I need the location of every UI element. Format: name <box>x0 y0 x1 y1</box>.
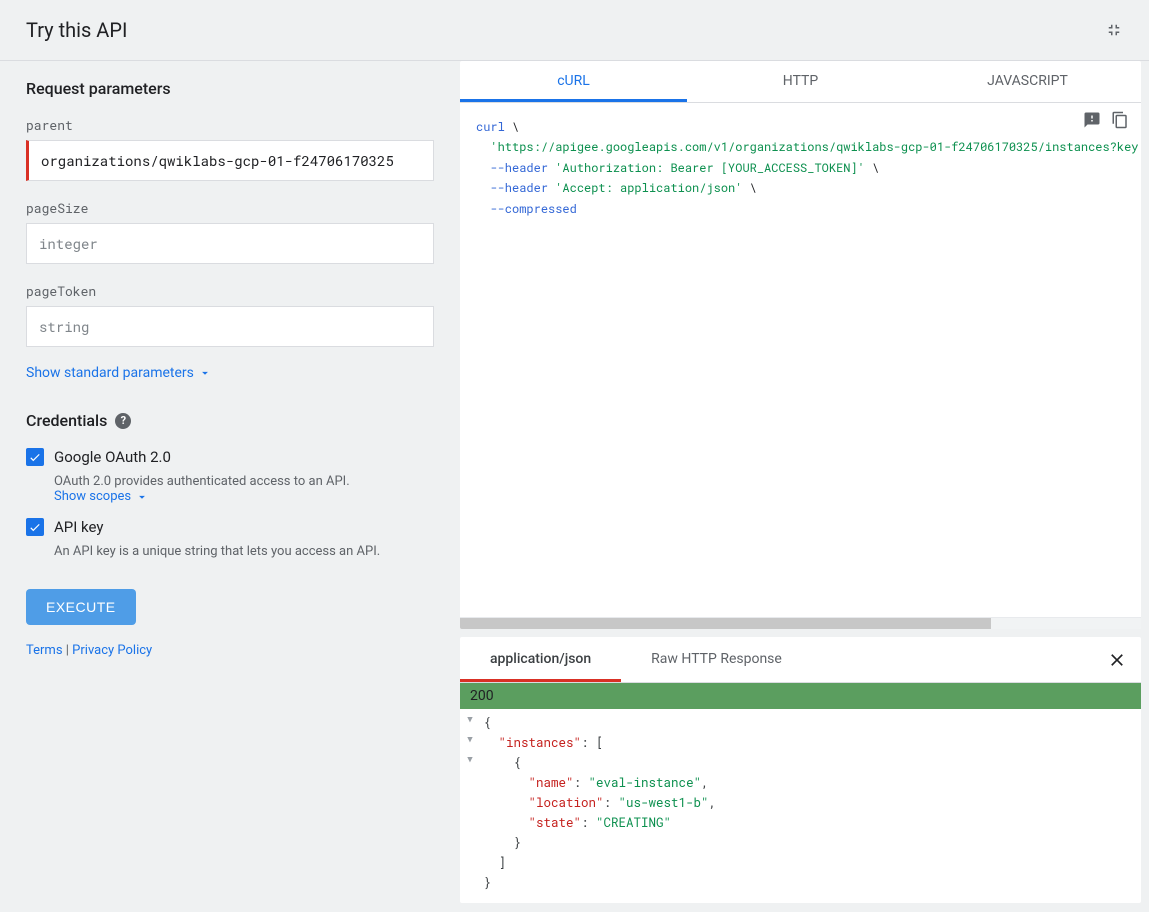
json-fold-icon[interactable]: ▼ <box>464 733 476 747</box>
checkbox-oauth[interactable] <box>26 448 44 466</box>
execute-button[interactable]: EXECUTE <box>26 589 136 625</box>
apikey-label: API key <box>54 518 103 536</box>
status-code: 200 <box>460 683 1141 709</box>
json-fold-icon[interactable]: ▼ <box>464 753 476 767</box>
oauth-desc: OAuth 2.0 provides authenticated access … <box>54 474 434 504</box>
param-input-pagesize[interactable] <box>26 223 434 264</box>
response-card: application/json Raw HTTP Response 200 ▼… <box>460 637 1141 903</box>
code-body[interactable]: curl \ 'https://apigee.googleapis.com/v1… <box>460 103 1141 617</box>
tab-raw-http[interactable]: Raw HTTP Response <box>621 637 812 682</box>
code-pane: cURL HTTP JAVASCRIPT curl \ 'https://api… <box>460 61 1149 911</box>
chevron-down-icon <box>135 490 149 504</box>
privacy-link[interactable]: Privacy Policy <box>72 643 152 658</box>
chevron-down-icon <box>198 366 212 380</box>
param-input-pagetoken[interactable] <box>26 306 434 347</box>
panel-header: Try this API <box>0 0 1149 61</box>
code-tabs: cURL HTTP JAVASCRIPT <box>460 61 1141 103</box>
terms-link[interactable]: Terms <box>26 643 63 658</box>
checkbox-apikey[interactable] <box>26 518 44 536</box>
oauth-label: Google OAuth 2.0 <box>54 448 171 466</box>
param-label-pagetoken: pageToken <box>26 282 434 300</box>
show-standard-params-link[interactable]: Show standard parameters <box>26 365 212 381</box>
json-body[interactable]: ▼ { ▼ "instances": [ ▼ { "name": "eval-i… <box>460 709 1141 903</box>
tab-javascript[interactable]: JAVASCRIPT <box>914 61 1141 102</box>
help-icon[interactable]: ? <box>115 413 131 429</box>
try-this-api-panel: Try this API Request parameters parent p… <box>0 0 1149 912</box>
footer-links: Terms | Privacy Policy <box>26 643 434 658</box>
close-icon[interactable] <box>1107 650 1127 670</box>
param-label-parent: parent <box>26 116 434 134</box>
response-tabs: application/json Raw HTTP Response <box>460 637 1141 683</box>
copy-icon[interactable] <box>1111 111 1131 131</box>
json-fold-icon[interactable]: ▼ <box>464 713 476 727</box>
param-label-pagesize: pageSize <box>26 199 434 217</box>
feedback-icon[interactable] <box>1083 111 1103 131</box>
credentials-title: Credentials ? <box>26 411 434 430</box>
tab-curl[interactable]: cURL <box>460 61 687 102</box>
apikey-desc: An API key is a unique string that lets … <box>54 544 434 559</box>
param-input-parent[interactable] <box>26 140 434 181</box>
show-scopes-link[interactable]: Show scopes <box>54 489 149 504</box>
show-standard-params-label: Show standard parameters <box>26 365 194 381</box>
tab-http[interactable]: HTTP <box>687 61 914 102</box>
panel-title: Try this API <box>26 18 127 42</box>
request-pane: Request parameters parent pageSize pageT… <box>0 61 460 911</box>
request-params-title: Request parameters <box>26 79 434 98</box>
code-sample-card: cURL HTTP JAVASCRIPT curl \ 'https://api… <box>460 61 1141 629</box>
fullscreen-exit-icon[interactable] <box>1105 21 1123 39</box>
horizontal-scrollbar[interactable] <box>460 617 1141 629</box>
tab-application-json[interactable]: application/json <box>460 637 621 682</box>
